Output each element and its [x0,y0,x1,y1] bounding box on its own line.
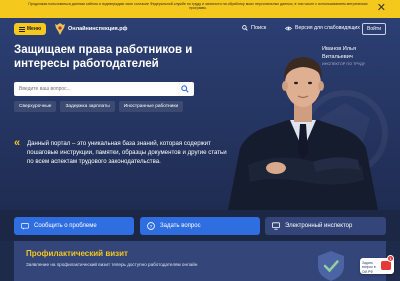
quote-icon: « [14,137,21,149]
report-problem-button[interactable]: Сообщить о проблеме [14,217,134,235]
question-icon: ? [147,222,155,230]
monitor-icon [272,222,280,230]
topic-chip-salary-delay[interactable]: Задержка зарплаты [60,101,115,112]
visually-impaired-label: Версия для слабовидящих [295,25,360,31]
notification-badge: 1 [387,255,394,262]
electronic-inspector-button[interactable]: Электронный инспектор [265,217,386,235]
hamburger-icon [18,26,25,32]
menu-label: Меню [26,26,42,32]
message-icon [21,222,29,229]
inspector-name: Иванов Илья Витальевич [322,46,356,60]
header: Меню Онлайнинспекция.рф Поиск Версия для… [0,18,400,40]
quick-topics: Сверхурочные Задержка зарплаты Иностранн… [14,101,184,112]
search-icon[interactable] [181,85,189,93]
header-search-label: Поиск [251,25,267,31]
login-button[interactable]: Войти [362,23,386,35]
cookie-close-icon[interactable]: ✕ [377,3,386,14]
hero-search-input[interactable] [19,82,169,96]
report-problem-label: Сообщить о проблеме [34,223,97,229]
portal-description: Данный портал – это уникальная база знан… [27,140,227,165]
menu-button[interactable]: Меню [14,23,46,35]
header-search-link[interactable]: Поиск [242,25,266,31]
topic-chip-foreign-workers[interactable]: Иностранные работники [118,101,184,112]
inspector-role: ИНСПЕКТОР ПО ТРУДУ [322,62,366,66]
ask-question-label: Задать вопрос [160,223,201,229]
search-icon [242,25,248,31]
cookie-banner: Продолжая пользоваться данным сайтом я п… [0,0,400,18]
ask-question-button[interactable]: ? Задать вопрос [140,217,260,235]
logo-text[interactable]: Онлайнинспекция.рф [68,26,127,32]
hero-search-box[interactable] [14,82,194,96]
cookie-banner-text: Продолжая пользоваться данным сайтом я п… [28,2,368,11]
preventive-visit-card[interactable]: Профилактический визит Заявление на проф… [14,241,386,281]
ask-widget-button[interactable]: Задать вопрос в ОИ.РФ 1 [360,255,394,274]
eye-icon [285,26,292,30]
preventive-visit-title: Профилактический визит [26,249,128,258]
shield-check-icon [318,251,344,281]
electronic-inspector-label: Электронный инспектор [285,223,353,229]
topic-chip-overtime[interactable]: Сверхурочные [14,101,57,112]
ask-widget-label: Задать вопрос в ОИ.РФ [362,261,376,274]
coat-of-arms-icon[interactable] [54,22,66,36]
chat-icon [381,261,391,270]
preventive-visit-text: Заявление на профилактический визит тепе… [26,262,198,267]
visually-impaired-link[interactable]: Версия для слабовидящих [285,25,360,31]
action-bar: Сообщить о проблеме ? Задать вопрос Элек… [0,210,400,241]
svg-text:?: ? [150,224,153,230]
hero-title: Защищаем права работников и интересы раб… [14,44,193,70]
